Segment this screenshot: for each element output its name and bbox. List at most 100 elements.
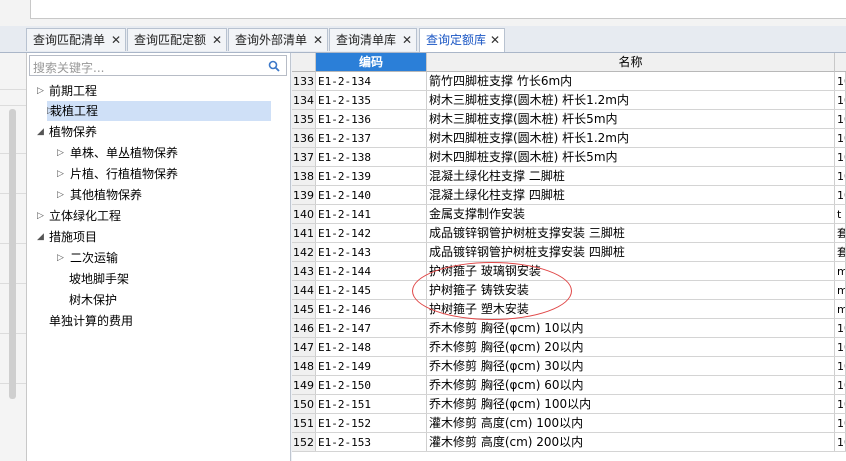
table-row[interactable]: 138E1-2-139混凝土绿化柱支撑 二脚桩10 xyxy=(292,167,846,186)
tree-item-label: 单独计算的费用 xyxy=(49,314,134,328)
tree-item[interactable]: ▷ 前期工程 xyxy=(27,81,287,101)
left-scrollbar[interactable] xyxy=(9,109,16,399)
unit-cell: 10 xyxy=(835,129,846,147)
table-row[interactable]: 147E1-2-148乔木修剪 胸径(φcm) 20以内10 xyxy=(292,338,846,357)
tree-item-label: 树木保护 xyxy=(69,293,118,307)
name-cell: 乔木修剪 胸径(φcm) 60以内 xyxy=(427,376,835,394)
name-cell: 箭竹四脚桩支撑 竹长6m内 xyxy=(427,72,835,90)
tree-item[interactable]: 单独计算的费用 xyxy=(27,311,287,331)
unit-cell: 10 xyxy=(835,110,846,128)
row-number: 146 xyxy=(292,319,316,337)
close-icon[interactable]: ✕ xyxy=(111,29,121,52)
row-number: 144 xyxy=(292,281,316,299)
tab-query-quota-library[interactable]: 查询定额库 ✕ xyxy=(419,28,505,52)
row-number: 136 xyxy=(292,129,316,147)
tree-item[interactable]: 树木保护 xyxy=(27,290,287,310)
tree-item[interactable]: ▷ 其他植物保养 xyxy=(27,185,287,205)
row-number: 134 xyxy=(292,91,316,109)
collapsed-arrow-icon[interactable]: ▷ xyxy=(57,143,64,163)
code-cell: E1-2-153 xyxy=(316,433,427,451)
search-input[interactable]: 搜索关键字... xyxy=(29,55,287,76)
table-row[interactable]: 149E1-2-150乔木修剪 胸径(φcm) 60以内10 xyxy=(292,376,846,395)
table-row[interactable]: 150E1-2-151乔木修剪 胸径(φcm) 100以内10 xyxy=(292,395,846,414)
name-cell: 乔木修剪 胸径(φcm) 100以内 xyxy=(427,395,835,413)
tree-item-label: 措施项目 xyxy=(49,230,98,244)
name-cell: 乔木修剪 胸径(φcm) 20以内 xyxy=(427,338,835,356)
tab-query-match-quota[interactable]: 查询匹配定额 ✕ xyxy=(127,28,227,51)
collapsed-arrow-icon[interactable]: ▷ xyxy=(57,185,64,205)
table-row[interactable]: 146E1-2-147乔木修剪 胸径(φcm) 10以内10 xyxy=(292,319,846,338)
name-cell: 树木四脚桩支撑(圆木桩) 杆长1.2m内 xyxy=(427,129,835,147)
table-row[interactable]: 134E1-2-135树木三脚桩支撑(圆木桩) 杆长1.2m内10 xyxy=(292,91,846,110)
tree-item[interactable]: ▷ 单株、单丛植物保养 xyxy=(27,143,287,163)
unit-cell: 10 xyxy=(835,395,846,413)
table-row[interactable]: 145E1-2-146护树箍子 塑木安装m2 xyxy=(292,300,846,319)
code-cell: E1-2-151 xyxy=(316,395,427,413)
tree-item[interactable]: ◢ 植物保养 xyxy=(27,122,287,142)
column-header-name[interactable]: 名称 xyxy=(427,53,835,72)
row-number: 149 xyxy=(292,376,316,394)
column-header-code[interactable]: 编码 xyxy=(316,53,427,72)
table-row[interactable]: 143E1-2-144护树箍子 玻璃钢安装m2 xyxy=(292,262,846,281)
row-number: 150 xyxy=(292,395,316,413)
unit-cell: 10 xyxy=(835,91,846,109)
table-row[interactable]: 135E1-2-136树木三脚桩支撑(圆木桩) 杆长5m内10 xyxy=(292,110,846,129)
code-cell: E1-2-150 xyxy=(316,376,427,394)
expanded-arrow-icon[interactable]: ◢ xyxy=(37,122,44,142)
tree-item-label: 植物保养 xyxy=(49,125,98,139)
tab-query-external-list[interactable]: 查询外部清单 ✕ xyxy=(228,28,328,51)
collapsed-arrow-icon[interactable]: ▷ xyxy=(37,206,44,226)
search-icon[interactable] xyxy=(268,60,280,72)
close-icon[interactable]: ✕ xyxy=(490,29,500,52)
tree-item[interactable]: ▷ 栽植工程 xyxy=(47,101,271,121)
unit-cell: 10 xyxy=(835,167,846,185)
tree-item-label: 栽植工程 xyxy=(50,104,99,118)
tab-label: 查询定额库 xyxy=(426,33,487,47)
tab-label: 查询匹配清单 xyxy=(33,33,106,47)
row-number: 147 xyxy=(292,338,316,356)
table-row[interactable]: 133E1-2-134箭竹四脚桩支撑 竹长6m内10 xyxy=(292,72,846,91)
unit-cell: 10 xyxy=(835,319,846,337)
close-icon[interactable]: ✕ xyxy=(402,29,412,52)
code-cell: E1-2-136 xyxy=(316,110,427,128)
table-row[interactable]: 139E1-2-140混凝土绿化柱支撑 四脚桩10 xyxy=(292,186,846,205)
table-row[interactable]: 137E1-2-138树木四脚桩支撑(圆木桩) 杆长5m内10 xyxy=(292,148,846,167)
tree-item[interactable]: ▷ 片植、行植植物保养 xyxy=(27,164,287,184)
expanded-arrow-icon[interactable]: ◢ xyxy=(37,227,44,247)
close-icon[interactable]: ✕ xyxy=(212,29,222,52)
tab-query-match-list[interactable]: 查询匹配清单 ✕ xyxy=(26,28,126,51)
tree-item[interactable]: ▷ 立体绿化工程 xyxy=(27,206,287,226)
tree-item[interactable]: ◢ 措施项目 xyxy=(27,227,287,247)
tab-query-list-library[interactable]: 查询清单库 ✕ xyxy=(329,28,417,51)
tree-item-label: 二次运输 xyxy=(70,251,119,265)
row-number: 135 xyxy=(292,110,316,128)
collapsed-arrow-icon[interactable]: ▷ xyxy=(57,248,64,268)
unit-cell: t xyxy=(835,205,846,223)
tree-item[interactable]: ▷ 二次运输 xyxy=(27,248,287,268)
table-row[interactable]: 140 E1-2-141 金属支撑制作安装 t xyxy=(292,205,846,224)
unit-cell: 套 xyxy=(835,243,846,261)
collapsed-arrow-icon[interactable]: ▷ xyxy=(37,81,44,101)
table-row[interactable]: 152E1-2-153灌木修剪 高度(cm) 200以内10 xyxy=(292,433,846,452)
table-row[interactable]: 142E1-2-143成品镀锌钢管护树桩支撑安装 四脚桩套 xyxy=(292,243,846,262)
name-cell: 混凝土绿化柱支撑 四脚桩 xyxy=(427,186,835,204)
code-cell: E1-2-142 xyxy=(316,224,427,242)
left-side-strip xyxy=(0,53,27,461)
code-cell: E1-2-135 xyxy=(316,91,427,109)
column-header-unit[interactable] xyxy=(835,53,846,72)
code-cell: E1-2-139 xyxy=(316,167,427,185)
table-row[interactable]: 136E1-2-137树木四脚桩支撑(圆木桩) 杆长1.2m内10 xyxy=(292,129,846,148)
row-number-header xyxy=(292,53,316,72)
row-number: 143 xyxy=(292,262,316,280)
table-row[interactable]: 151E1-2-152灌木修剪 高度(cm) 100以内10 xyxy=(292,414,846,433)
table-row[interactable]: 148E1-2-149乔木修剪 胸径(φcm) 30以内10 xyxy=(292,357,846,376)
tree-item-label: 单株、单丛植物保养 xyxy=(70,146,179,160)
tree-item[interactable]: 坡地脚手架 xyxy=(27,269,287,289)
row-number: 148 xyxy=(292,357,316,375)
table-row[interactable]: 141E1-2-142成品镀锌钢管护树桩支撑安装 三脚桩套 xyxy=(292,224,846,243)
close-icon[interactable]: ✕ xyxy=(313,29,323,52)
code-cell: E1-2-152 xyxy=(316,414,427,432)
collapsed-arrow-icon[interactable]: ▷ xyxy=(57,164,64,184)
annotation-circle xyxy=(412,262,572,320)
code-cell: E1-2-143 xyxy=(316,243,427,261)
